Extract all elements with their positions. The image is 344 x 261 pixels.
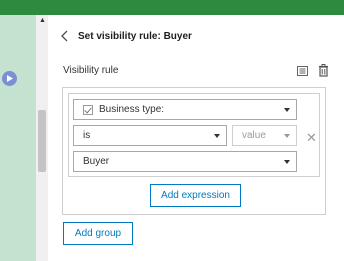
- value-type-select-value: value: [242, 130, 266, 141]
- page-title: Set visibility rule: Buyer: [78, 30, 192, 42]
- add-group-button[interactable]: Add group: [63, 222, 133, 245]
- operator-select[interactable]: is: [73, 125, 227, 146]
- scroll-up-arrow-icon[interactable]: ▲: [39, 17, 46, 24]
- left-pane: [0, 15, 36, 261]
- operator-select-value: is: [83, 130, 91, 141]
- value-type-select[interactable]: value: [232, 125, 297, 146]
- chevron-down-icon: [284, 108, 290, 112]
- chevron-left-icon[interactable]: [60, 29, 70, 43]
- rule-toolbar: [296, 64, 330, 77]
- rule-panel: Set visibility rule: Buyer Visibility ru…: [48, 15, 344, 261]
- chevron-down-icon: [284, 134, 290, 138]
- copy-icon[interactable]: [296, 64, 309, 77]
- trash-icon[interactable]: [317, 64, 330, 77]
- field-select-value: Business type:: [99, 104, 165, 115]
- panel-header: Set visibility rule: Buyer: [60, 27, 192, 45]
- value-select[interactable]: Buyer: [73, 151, 297, 172]
- visibility-rule-label: Visibility rule: [63, 65, 119, 76]
- value-select-value: Buyer: [83, 156, 110, 167]
- field-select[interactable]: Business type:: [73, 99, 297, 120]
- expression-box: Business type: is value ✕ Buyer: [68, 93, 320, 177]
- play-icon[interactable]: [2, 71, 17, 86]
- top-bar: [0, 0, 344, 15]
- add-expression-button[interactable]: Add expression: [150, 184, 241, 207]
- rule-group: Business type: is value ✕ Buyer Add expr…: [62, 87, 326, 215]
- chevron-down-icon: [214, 134, 220, 138]
- checkbox-checked-icon[interactable]: [83, 104, 93, 115]
- chevron-down-icon: [284, 160, 290, 164]
- scrollbar-thumb[interactable]: [38, 110, 46, 172]
- close-icon[interactable]: ✕: [306, 131, 317, 145]
